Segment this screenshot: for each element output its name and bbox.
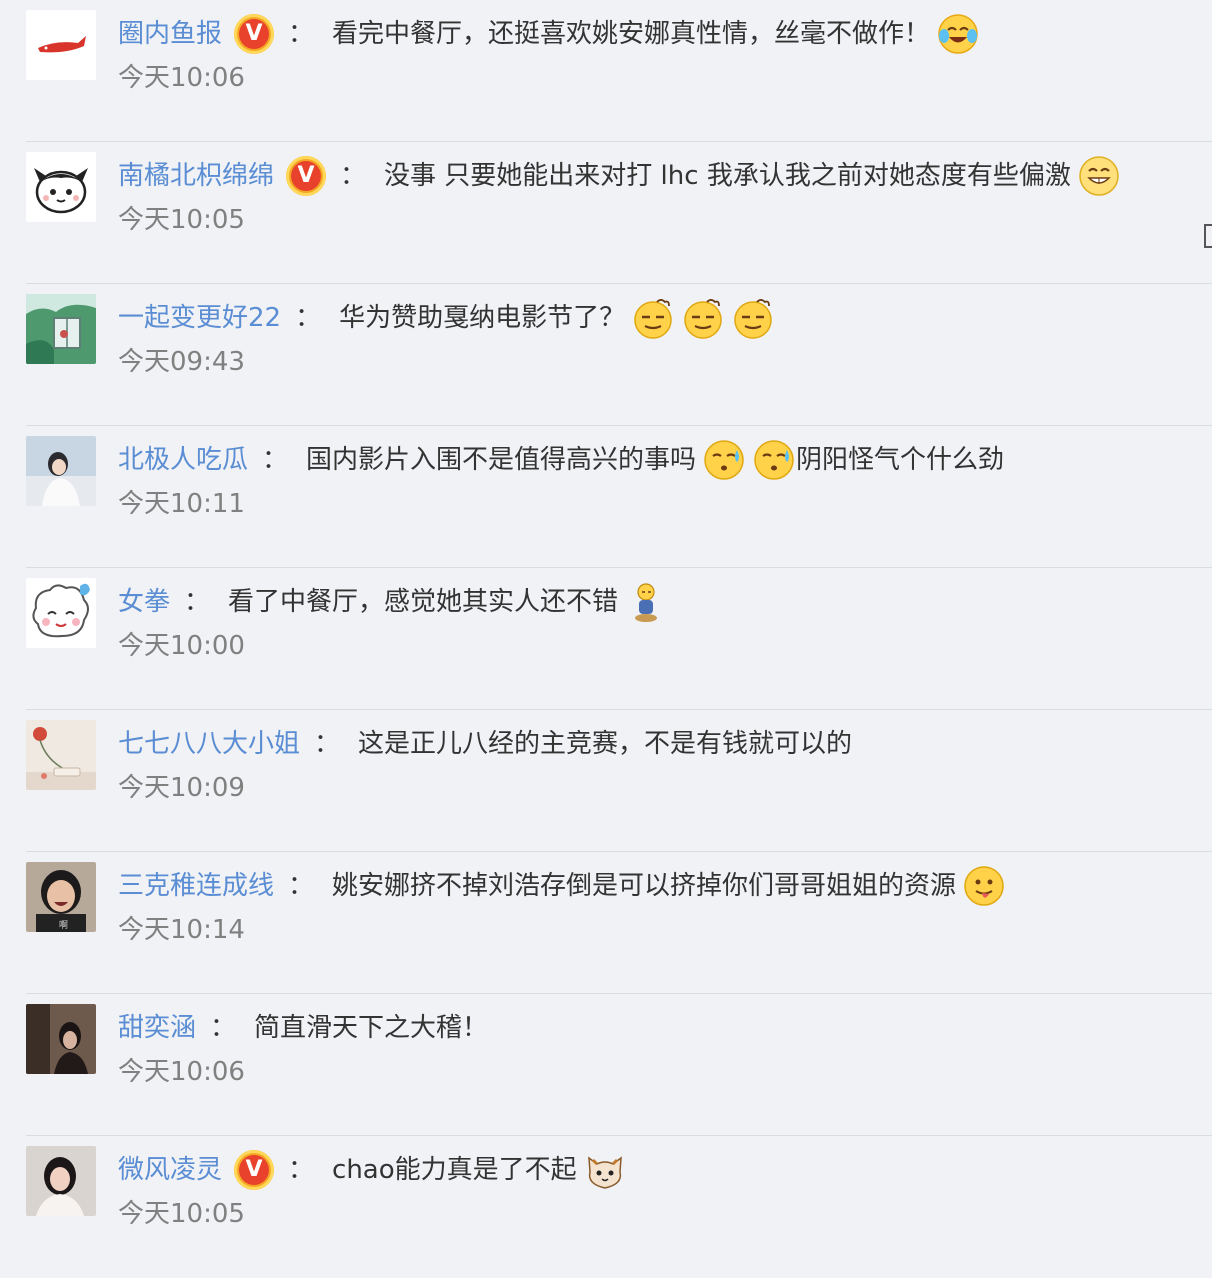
- smug-emoji-icon: [681, 296, 725, 340]
- cat-emoji-icon: [583, 1148, 627, 1192]
- avatar[interactable]: [26, 152, 96, 222]
- timestamp: 今天10:06: [118, 1057, 245, 1087]
- avatar[interactable]: [26, 1146, 96, 1216]
- timestamp: 今天10:05: [118, 1199, 245, 1229]
- smug-emoji-icon: [631, 296, 675, 340]
- smug-emoji-icon: [731, 296, 775, 340]
- username-link[interactable]: 微风凌灵: [118, 1148, 222, 1192]
- comment-text: 看完中餐厅，还挺喜欢姚安娜真性情，丝毫不做作！: [332, 19, 931, 49]
- comment-line: 南橘北枳绵绵 V ： 没事 只要她能出来对打 lhc 我承认我之前对她态度有些偏激: [118, 154, 1121, 198]
- comment-text: 国内影片入围不是值得高兴的事吗: [306, 445, 697, 475]
- timestamp: 今天10:11: [118, 489, 245, 519]
- timestamp: 今天10:14: [118, 915, 245, 945]
- comment-text: 阴阳怪气个什么劲: [796, 445, 1005, 475]
- separator: ：: [288, 871, 315, 901]
- comment-item: 甜奕涵 ： 简直滑天下之大稽！ 今天10:06: [0, 994, 1212, 1136]
- comment-text: 华为赞助戛纳电影节了？: [339, 303, 626, 333]
- comment-line: 微风凌灵 V ： chao能力真是了不起: [118, 1148, 627, 1192]
- comment-text: 没事 只要她能出来对打 lhc 我承认我之前对她态度有些偏激: [384, 161, 1071, 191]
- comment-line: 一起变更好22 ： 华为赞助戛纳电影节了？: [118, 296, 775, 340]
- avatar[interactable]: [26, 10, 96, 80]
- comment-item: 一起变更好22 ： 华为赞助戛纳电影节了？ 今天09:43: [0, 284, 1212, 426]
- comment-text: 姚安娜挤不掉刘浩存倒是可以挤掉你们哥哥姐姐的资源: [332, 871, 957, 901]
- comment-item: 圈内鱼报 V ： 看完中餐厅，还挺喜欢姚安娜真性情，丝毫不做作！ 今天10:06: [0, 0, 1212, 142]
- separator: ：: [262, 445, 289, 475]
- comment-line: 女拳 ： 看了中餐厅，感觉她其实人还不错: [118, 580, 668, 624]
- comment-text: 看了中餐厅，感觉她其实人还不错: [228, 587, 619, 617]
- edge-icon: [1204, 224, 1212, 248]
- username-link[interactable]: 女拳: [118, 580, 170, 624]
- comment-item: 七七八八大小姐 ： 这是正儿八经的主竞赛，不是有钱就可以的今天10:09: [0, 710, 1212, 852]
- verified-badge-icon: V: [286, 156, 327, 196]
- separator: ：: [295, 303, 322, 333]
- avatar[interactable]: [26, 294, 96, 364]
- verified-badge-icon: V: [234, 14, 275, 54]
- comment-line: 七七八八大小姐 ： 这是正儿八经的主竞赛，不是有钱就可以的: [118, 722, 852, 766]
- comment-text: chao能力真是了不起: [332, 1155, 577, 1185]
- username-link[interactable]: 一起变更好22: [118, 296, 281, 340]
- grin-emoji-icon: [1077, 154, 1121, 198]
- comment-text: 简直滑天下之大稽！: [254, 1013, 489, 1043]
- timestamp: 今天09:43: [118, 347, 245, 377]
- avatar[interactable]: [26, 436, 96, 506]
- comment-item: 微风凌灵 V ： chao能力真是了不起今天10:05: [0, 1136, 1212, 1278]
- comment-text: 这是正儿八经的主竞赛，不是有钱就可以的: [358, 729, 853, 759]
- verified-badge-icon: V: [234, 1150, 275, 1190]
- comment-line: 三克稚连成线 ： 姚安娜挤不掉刘浩存倒是可以挤掉你们哥哥姐姐的资源: [118, 864, 1006, 908]
- timestamp: 今天10:05: [118, 205, 245, 235]
- comment-item: 南橘北枳绵绵 V ： 没事 只要她能出来对打 lhc 我承认我之前对她态度有些偏激今天…: [0, 142, 1212, 284]
- sweat-emoji-icon: [702, 438, 746, 482]
- avatar[interactable]: [26, 720, 96, 790]
- separator: ：: [184, 587, 211, 617]
- timestamp: 今天10:00: [118, 631, 245, 661]
- avatar[interactable]: [26, 1004, 96, 1074]
- username-link[interactable]: 北极人吃瓜: [118, 438, 248, 482]
- comment-item: 北极人吃瓜 ： 国内影片入围不是值得高兴的事吗 阴阳怪气个什么劲今天10:11: [0, 426, 1212, 568]
- comment-item: 女拳 ： 看了中餐厅，感觉她其实人还不错今天10:00: [0, 568, 1212, 710]
- separator: ：: [210, 1013, 237, 1043]
- svg-text:啊: 啊: [59, 920, 68, 931]
- figure-emoji-icon: [624, 580, 668, 624]
- tongue-emoji-icon: [962, 864, 1006, 908]
- separator: ：: [288, 1155, 315, 1185]
- username-link[interactable]: 甜奕涵: [118, 1006, 196, 1050]
- comment-line: 北极人吃瓜 ： 国内影片入围不是值得高兴的事吗 阴阳怪气个什么劲: [118, 438, 1004, 482]
- comment-item: 啊 三克稚连成线 ： 姚安娜挤不掉刘浩存倒是可以挤掉你们哥哥姐姐的资源今天10:14: [0, 852, 1212, 994]
- username-link[interactable]: 七七八八大小姐: [118, 722, 300, 766]
- username-link[interactable]: 圈内鱼报: [118, 12, 222, 56]
- username-link[interactable]: 三克稚连成线: [118, 864, 274, 908]
- username-link[interactable]: 南橘北枳绵绵: [118, 154, 274, 198]
- sweat-emoji-icon: [752, 438, 796, 482]
- comment-line: 甜奕涵 ： 简直滑天下之大稽！: [118, 1006, 488, 1050]
- avatar[interactable]: [26, 578, 96, 648]
- separator: ：: [340, 161, 367, 191]
- separator: ：: [314, 729, 341, 759]
- timestamp: 今天10:06: [118, 63, 245, 93]
- avatar[interactable]: 啊: [26, 862, 96, 932]
- comment-line: 圈内鱼报 V ： 看完中餐厅，还挺喜欢姚安娜真性情，丝毫不做作！: [118, 12, 980, 56]
- separator: ：: [288, 19, 315, 49]
- laugh-cry-emoji-icon: [936, 12, 980, 56]
- timestamp: 今天10:09: [118, 773, 245, 803]
